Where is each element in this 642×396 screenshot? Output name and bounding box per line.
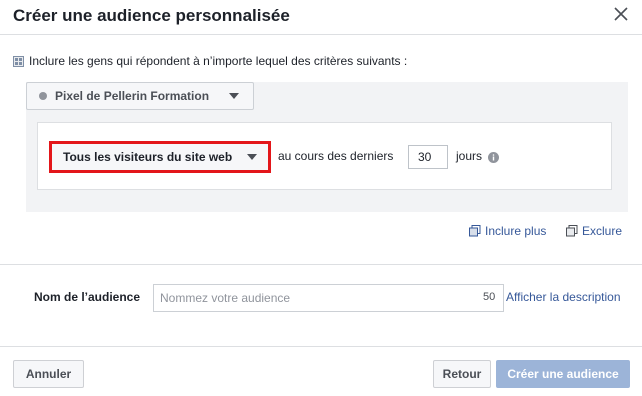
criteria-grid-icon — [13, 55, 24, 67]
days-unit-label: jours — [456, 149, 483, 163]
audience-name-label: Nom de l’audience — [34, 290, 141, 304]
pixel-status-dot-icon — [39, 92, 47, 100]
pixel-label: Pixel de Pellerin Formation — [55, 89, 210, 103]
pixel-dropdown[interactable]: Pixel de Pellerin Formation — [26, 82, 254, 110]
info-icon[interactable] — [488, 150, 499, 163]
visitors-dropdown[interactable]: Tous les visiteurs du site web — [49, 141, 271, 173]
include-criteria-text: Inclure les gens qui répondent à n’impor… — [29, 54, 408, 68]
close-icon[interactable] — [612, 5, 630, 23]
exclude-link[interactable]: Exclure — [566, 224, 622, 238]
during-label: au cours des derniers — [278, 149, 394, 163]
exclude-icon — [566, 225, 578, 237]
chevron-down-icon — [247, 154, 257, 160]
show-description-link[interactable]: Afficher la description — [506, 290, 621, 304]
include-more-link[interactable]: Inclure plus — [469, 224, 546, 238]
back-button[interactable]: Retour — [433, 360, 491, 388]
visitors-label: Tous les visiteurs du site web — [63, 150, 233, 164]
header-divider — [0, 34, 642, 35]
dialog-title: Créer une audience personnalisée — [13, 6, 290, 25]
include-criteria-row: Inclure les gens qui répondent à n’impor… — [13, 54, 407, 68]
section-divider — [0, 264, 642, 265]
days-input[interactable] — [408, 145, 448, 169]
exclude-label: Exclure — [582, 224, 623, 238]
cancel-button[interactable]: Annuler — [13, 360, 84, 388]
include-more-icon — [469, 225, 481, 237]
create-audience-button[interactable]: Créer une audience — [496, 360, 630, 388]
audience-name-input[interactable] — [153, 284, 504, 312]
footer-divider — [0, 346, 642, 347]
char-count: 50 — [483, 291, 496, 303]
chevron-down-icon — [229, 93, 239, 99]
dialog-header: Créer une audience personnalisée — [0, 0, 642, 34]
include-more-label: Inclure plus — [485, 224, 547, 238]
